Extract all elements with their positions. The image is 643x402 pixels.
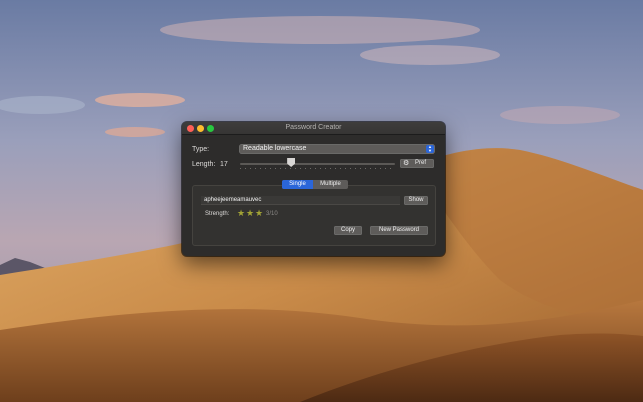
window-title: Password Creator [285,124,342,131]
chevron-up-down-icon: ▲ ▼ [426,145,434,153]
password-field[interactable]: apheejeemeamauvec [201,196,400,205]
length-value: 17 [220,161,228,168]
new-password-button[interactable]: New Password [370,226,428,235]
type-popup-value: Readable lowercase [243,145,307,152]
pref-button-label: Pref [415,160,427,166]
pref-button[interactable]: ⚙ Pref [400,159,434,168]
star-icon: ★ [246,208,255,218]
copy-button[interactable]: Copy [334,226,362,235]
tab-single[interactable]: Single [282,180,313,189]
length-label: Length: [192,161,216,168]
type-popup[interactable]: Readable lowercase ▲ ▼ [239,144,435,154]
length-slider-thumb[interactable] [287,158,296,167]
title-bar[interactable]: Password Creator [182,122,445,135]
star-icon: ★ [255,208,264,218]
password-text: apheejeemeamauvec [204,197,262,203]
strength-score: 3/10 [266,211,278,217]
type-label: Type: [192,146,210,153]
password-creator-window: Password Creator Type: Readable lowercas… [182,122,445,256]
strength-label: Strength: [205,211,230,217]
gear-icon: ⚙ [403,160,410,167]
length-slider-track [240,163,395,165]
star-icon: ★ [237,208,246,218]
length-slider-ticks [240,168,395,169]
mode-segmented-control: Single Multiple [282,180,348,189]
length-slider[interactable] [240,158,395,172]
tab-multiple[interactable]: Multiple [313,180,348,189]
show-button[interactable]: Show [404,196,428,205]
